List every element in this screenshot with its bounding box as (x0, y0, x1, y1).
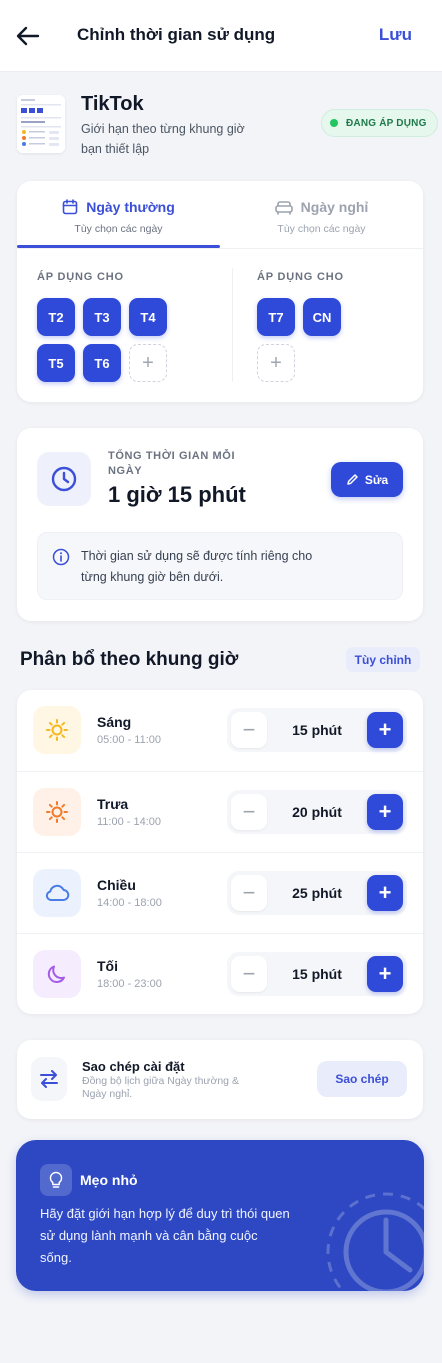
day-type-card: Ngày thường Tùy chọn các ngày Ngày nghỉ … (17, 181, 423, 402)
duration-value: 15 phút (292, 722, 342, 738)
swap-arrows-icon (31, 1057, 67, 1101)
edit-button[interactable]: Sửa (331, 462, 403, 497)
sun-icon (33, 706, 81, 754)
day-chip-t5[interactable]: T5 (37, 344, 75, 382)
day-chip-t6[interactable]: T6 (83, 344, 121, 382)
info-note: Thời gian sử dụng sẽ được tính riêng cho… (37, 532, 403, 600)
day-chip-t4[interactable]: T4 (129, 298, 167, 336)
duration-value: 20 phút (292, 804, 342, 820)
moon-icon (33, 950, 81, 998)
decrease-button[interactable]: − (231, 794, 267, 830)
slot-time: 18:00 - 23:00 (97, 978, 162, 990)
tab-weekend-label: Ngày nghỉ (300, 199, 369, 215)
tab-weekdays-label: Ngày thường (86, 199, 175, 215)
decrease-button[interactable]: − (231, 875, 267, 911)
customize-button[interactable]: Tùy chỉnh (346, 647, 420, 672)
daily-total-label: TỔNG THỜI GIAN MỖI NGÀY (108, 450, 236, 477)
slot-name: Trưa (97, 796, 129, 812)
tip-text: Hãy đặt giới hạn hợp lý để duy trì thói … (40, 1206, 290, 1265)
decrease-button[interactable]: − (231, 712, 267, 748)
app-description: Giới hạn theo từng khung giờ bạn thiết l… (81, 122, 245, 156)
status-dot-icon (330, 119, 338, 127)
sofa-icon (274, 201, 293, 215)
slot-time: 05:00 - 11:00 (97, 734, 162, 746)
slot-name: Sáng (97, 714, 132, 730)
duration-stepper: − 15 phút + (227, 708, 407, 752)
copy-settings-title: Sao chép cài đặt (82, 1059, 185, 1074)
clock-icon (37, 452, 91, 506)
column-divider (232, 268, 233, 382)
add-weekend-button[interactable]: + (257, 344, 295, 382)
time-slot-noon: Trưa 11:00 - 14:00 − 20 phút + (17, 771, 423, 852)
time-slot-afternoon: Chiều 14:00 - 18:00 − 25 phút + (17, 852, 423, 933)
time-slot-evening: Tối 18:00 - 23:00 − 15 phút + (17, 933, 423, 1014)
back-arrow-icon[interactable] (14, 22, 42, 50)
slot-name: Tối (97, 958, 118, 974)
info-note-text: Thời gian sử dụng sẽ được tính riêng cho… (81, 549, 313, 584)
pencil-icon (347, 474, 358, 485)
duration-stepper: − 15 phút + (227, 952, 407, 996)
save-button[interactable]: Lưu (379, 25, 412, 45)
slot-time: 11:00 - 14:00 (97, 816, 162, 828)
day-chip-t7[interactable]: T7 (257, 298, 295, 336)
increase-button[interactable]: + (367, 875, 403, 911)
slot-time: 14:00 - 18:00 (97, 897, 162, 909)
info-icon (52, 548, 70, 571)
copy-settings-subtitle: Đồng bộ lịch giữa Ngày thường & Ngày ngh… (82, 1075, 239, 1100)
daily-total-value: 1 giờ 15 phút (108, 482, 246, 507)
top-app-bar: Chỉnh thời gian sử dụng Lưu (0, 0, 442, 72)
allocation-title: Phân bổ theo khung giờ (20, 649, 239, 670)
decrease-button[interactable]: − (231, 956, 267, 992)
time-slots-card: Sáng 05:00 - 11:00 − 15 phút + Trưa 11:0… (17, 690, 423, 1014)
edit-button-label: Sửa (364, 472, 389, 487)
increase-button[interactable]: + (367, 956, 403, 992)
day-chip-t2[interactable]: T2 (37, 298, 75, 336)
tab-weekdays[interactable]: Ngày thường Tùy chọn các ngày (17, 181, 220, 249)
app-info: TikTok Giới hạn theo từng khung giờ bạn … (0, 73, 442, 177)
tab-weekend[interactable]: Ngày nghỉ Tùy chọn các ngày (220, 181, 423, 249)
copy-button[interactable]: Sao chép (317, 1061, 407, 1097)
increase-button[interactable]: + (367, 712, 403, 748)
daily-total-card: TỔNG THỜI GIAN MỖI NGÀY 1 giờ 15 phút Sử… (17, 428, 423, 621)
tab-weekdays-sub: Tùy chọn các ngày (74, 223, 163, 235)
increase-button[interactable]: + (367, 794, 403, 830)
weekend-apply-label: ÁP DỤNG CHO (257, 271, 344, 283)
slot-name: Chiều (97, 877, 136, 893)
app-thumbnail (17, 95, 65, 153)
duration-value: 15 phút (292, 966, 342, 982)
lightbulb-icon (40, 1164, 72, 1196)
clock-watermark-icon (326, 1192, 424, 1291)
tab-weekend-sub: Tùy chọn các ngày (277, 223, 366, 235)
weekday-apply-label: ÁP DỤNG CHO (37, 271, 124, 283)
status-badge: ĐANG ÁP DỤNG (321, 109, 438, 137)
tip-card: Mẹo nhỏ Hãy đặt giới hạn hợp lý để duy t… (16, 1140, 424, 1291)
duration-stepper: − 25 phút + (227, 871, 407, 915)
time-slot-morning: Sáng 05:00 - 11:00 − 15 phút + (17, 690, 423, 771)
add-weekday-button[interactable]: + (129, 344, 167, 382)
status-badge-label: ĐANG ÁP DỤNG (346, 117, 427, 129)
day-chip-t3[interactable]: T3 (83, 298, 121, 336)
copy-settings-card: Sao chép cài đặt Đồng bộ lịch giữa Ngày … (17, 1040, 423, 1119)
page-title: Chỉnh thời gian sử dụng (77, 25, 276, 44)
duration-value: 25 phút (292, 885, 342, 901)
app-name: TikTok (81, 93, 144, 115)
sun-hot-icon (33, 788, 81, 836)
day-chip-cn[interactable]: CN (303, 298, 341, 336)
cloud-icon (33, 869, 81, 917)
calendar-icon (62, 199, 78, 215)
tip-title: Mẹo nhỏ (80, 1172, 138, 1188)
tab-divider (17, 248, 423, 249)
duration-stepper: − 20 phút + (227, 790, 407, 834)
